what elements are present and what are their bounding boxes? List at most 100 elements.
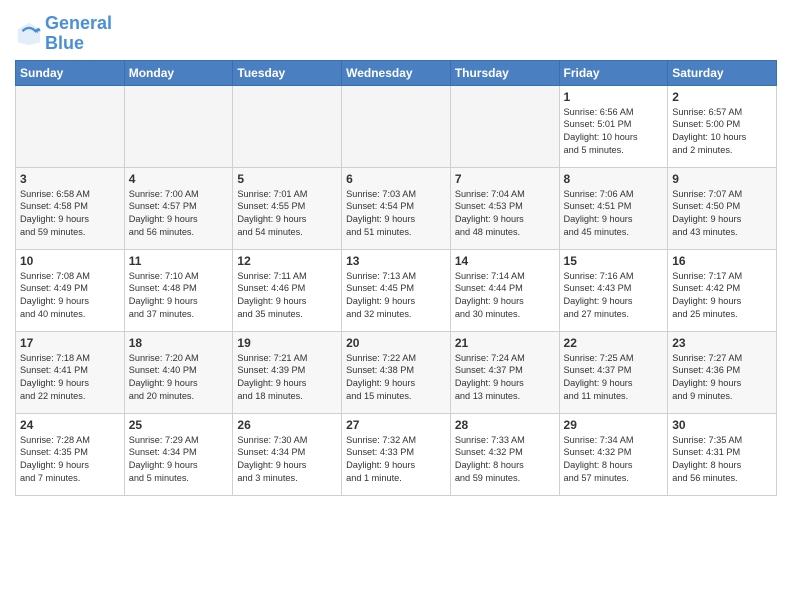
calendar-cell: 22 Sunrise: 7:25 AMSunset: 4:37 PMDayligh… [559,331,668,413]
day-info: Sunrise: 7:18 AMSunset: 4:41 PMDaylight:… [20,352,120,404]
calendar-table: SundayMondayTuesdayWednesdayThursdayFrid… [15,60,777,496]
day-number: 28 [455,418,555,432]
calendar-cell: 15 Sunrise: 7:16 AMSunset: 4:43 PMDayligh… [559,249,668,331]
day-info: Sunrise: 6:57 AMSunset: 5:00 PMDaylight:… [672,106,772,158]
day-number: 5 [237,172,337,186]
calendar-cell: 4Sunrise: 7:00 AMSunset: 4:57 PMDaylight… [124,167,233,249]
page-container: General Blue SundayMondayTuesdayWednesda… [0,0,792,506]
calendar-cell: 20Sunrise: 7:22 AMSunset: 4:38 PMDayligh… [342,331,451,413]
day-info: Sunrise: 7:28 AMSunset: 4:35 PMDaylight:… [20,434,120,486]
day-number: 24 [20,418,120,432]
calendar-week-row: 24 Sunrise: 7:28 AMSunset: 4:35 PMDayligh… [16,413,777,495]
day-info: Sunrise: 7:25 AMSunset: 4:37 PMDaylight:… [564,352,664,404]
day-number: 6 [346,172,446,186]
day-info: Sunrise: 7:29 AMSunset: 4:34 PMDaylight:… [129,434,229,486]
day-info: Sunrise: 7:24 AMSunset: 4:37 PMDaylight:… [455,352,555,404]
weekday-header: Sunday [16,60,125,85]
day-number: 12 [237,254,337,268]
calendar-cell: 14Sunrise: 7:14 AMSunset: 4:44 PMDayligh… [450,249,559,331]
calendar-cell: 1Sunrise: 6:56 AMSunset: 5:01 PMDaylight… [559,85,668,167]
logo-text: General Blue [45,14,112,54]
calendar-cell: 17 Sunrise: 7:18 AMSunset: 4:41 PMDayligh… [16,331,125,413]
calendar-cell: 13 Sunrise: 7:13 AMSunset: 4:45 PMDayligh… [342,249,451,331]
day-info: Sunrise: 7:01 AMSunset: 4:55 PMDaylight:… [237,188,337,240]
calendar-cell: 8 Sunrise: 7:06 AMSunset: 4:51 PMDaylight… [559,167,668,249]
calendar-cell [233,85,342,167]
weekday-header: Monday [124,60,233,85]
calendar-cell: 25 Sunrise: 7:29 AMSunset: 4:34 PMDayligh… [124,413,233,495]
day-info: Sunrise: 7:04 AMSunset: 4:53 PMDaylight:… [455,188,555,240]
day-number: 27 [346,418,446,432]
calendar-cell: 23 Sunrise: 7:27 AMSunset: 4:36 PMDayligh… [668,331,777,413]
day-info: Sunrise: 7:11 AMSunset: 4:46 PMDaylight:… [237,270,337,322]
calendar-header-row: SundayMondayTuesdayWednesdayThursdayFrid… [16,60,777,85]
day-info: Sunrise: 7:13 AMSunset: 4:45 PMDaylight:… [346,270,446,322]
day-info: Sunrise: 7:30 AMSunset: 4:34 PMDaylight:… [237,434,337,486]
day-info: Sunrise: 7:14 AMSunset: 4:44 PMDaylight:… [455,270,555,322]
calendar-cell: 12 Sunrise: 7:11 AMSunset: 4:46 PMDayligh… [233,249,342,331]
calendar-week-row: 1Sunrise: 6:56 AMSunset: 5:01 PMDaylight… [16,85,777,167]
day-info: Sunrise: 7:33 AMSunset: 4:32 PMDaylight:… [455,434,555,486]
day-info: Sunrise: 7:00 AMSunset: 4:57 PMDaylight:… [129,188,229,240]
day-info: Sunrise: 6:58 AMSunset: 4:58 PMDaylight:… [20,188,120,240]
calendar-cell: 27 Sunrise: 7:32 AMSunset: 4:33 PMDayligh… [342,413,451,495]
calendar-cell [16,85,125,167]
day-info: Sunrise: 7:07 AMSunset: 4:50 PMDaylight:… [672,188,772,240]
day-number: 3 [20,172,120,186]
day-info: Sunrise: 7:17 AMSunset: 4:42 PMDaylight:… [672,270,772,322]
day-number: 21 [455,336,555,350]
day-number: 13 [346,254,446,268]
day-number: 25 [129,418,229,432]
day-number: 22 [564,336,664,350]
day-info: Sunrise: 7:27 AMSunset: 4:36 PMDaylight:… [672,352,772,404]
calendar-cell [342,85,451,167]
day-number: 11 [129,254,229,268]
weekday-header: Thursday [450,60,559,85]
calendar-cell: 5 Sunrise: 7:01 AMSunset: 4:55 PMDaylight… [233,167,342,249]
calendar-cell: 24 Sunrise: 7:28 AMSunset: 4:35 PMDayligh… [16,413,125,495]
day-number: 26 [237,418,337,432]
calendar-cell: 19Sunrise: 7:21 AMSunset: 4:39 PMDayligh… [233,331,342,413]
calendar-week-row: 17 Sunrise: 7:18 AMSunset: 4:41 PMDayligh… [16,331,777,413]
day-info: Sunrise: 7:16 AMSunset: 4:43 PMDaylight:… [564,270,664,322]
calendar-cell: 2 Sunrise: 6:57 AMSunset: 5:00 PMDaylight… [668,85,777,167]
weekday-header: Saturday [668,60,777,85]
logo-icon [15,20,43,48]
day-number: 15 [564,254,664,268]
calendar-cell: 10Sunrise: 7:08 AMSunset: 4:49 PMDayligh… [16,249,125,331]
weekday-header: Tuesday [233,60,342,85]
weekday-header: Friday [559,60,668,85]
day-number: 29 [564,418,664,432]
calendar-cell: 11 Sunrise: 7:10 AMSunset: 4:48 PMDayligh… [124,249,233,331]
day-number: 18 [129,336,229,350]
calendar-cell: 9Sunrise: 7:07 AMSunset: 4:50 PMDaylight… [668,167,777,249]
calendar-cell: 16Sunrise: 7:17 AMSunset: 4:42 PMDayligh… [668,249,777,331]
day-info: Sunrise: 7:35 AMSunset: 4:31 PMDaylight:… [672,434,772,486]
header: General Blue [15,10,777,54]
day-number: 2 [672,90,772,104]
calendar-week-row: 10Sunrise: 7:08 AMSunset: 4:49 PMDayligh… [16,249,777,331]
day-info: Sunrise: 7:34 AMSunset: 4:32 PMDaylight:… [564,434,664,486]
calendar-cell: 26 Sunrise: 7:30 AMSunset: 4:34 PMDayligh… [233,413,342,495]
calendar-cell: 6 Sunrise: 7:03 AMSunset: 4:54 PMDaylight… [342,167,451,249]
day-number: 1 [564,90,664,104]
calendar-cell: 21 Sunrise: 7:24 AMSunset: 4:37 PMDayligh… [450,331,559,413]
calendar-cell: 29 Sunrise: 7:34 AMSunset: 4:32 PMDayligh… [559,413,668,495]
calendar-cell: 30 Sunrise: 7:35 AMSunset: 4:31 PMDayligh… [668,413,777,495]
calendar-cell: 7Sunrise: 7:04 AMSunset: 4:53 PMDaylight… [450,167,559,249]
calendar-cell: 3 Sunrise: 6:58 AMSunset: 4:58 PMDaylight… [16,167,125,249]
day-number: 23 [672,336,772,350]
day-number: 30 [672,418,772,432]
calendar-body: 1Sunrise: 6:56 AMSunset: 5:01 PMDaylight… [16,85,777,495]
day-info: Sunrise: 7:06 AMSunset: 4:51 PMDaylight:… [564,188,664,240]
weekday-header: Wednesday [342,60,451,85]
day-info: Sunrise: 7:32 AMSunset: 4:33 PMDaylight:… [346,434,446,486]
day-info: Sunrise: 7:03 AMSunset: 4:54 PMDaylight:… [346,188,446,240]
calendar-cell: 28 Sunrise: 7:33 AMSunset: 4:32 PMDayligh… [450,413,559,495]
day-number: 8 [564,172,664,186]
day-info: Sunrise: 7:08 AMSunset: 4:49 PMDaylight:… [20,270,120,322]
day-info: Sunrise: 7:22 AMSunset: 4:38 PMDaylight:… [346,352,446,404]
logo: General Blue [15,14,112,54]
day-number: 17 [20,336,120,350]
day-info: Sunrise: 7:10 AMSunset: 4:48 PMDaylight:… [129,270,229,322]
